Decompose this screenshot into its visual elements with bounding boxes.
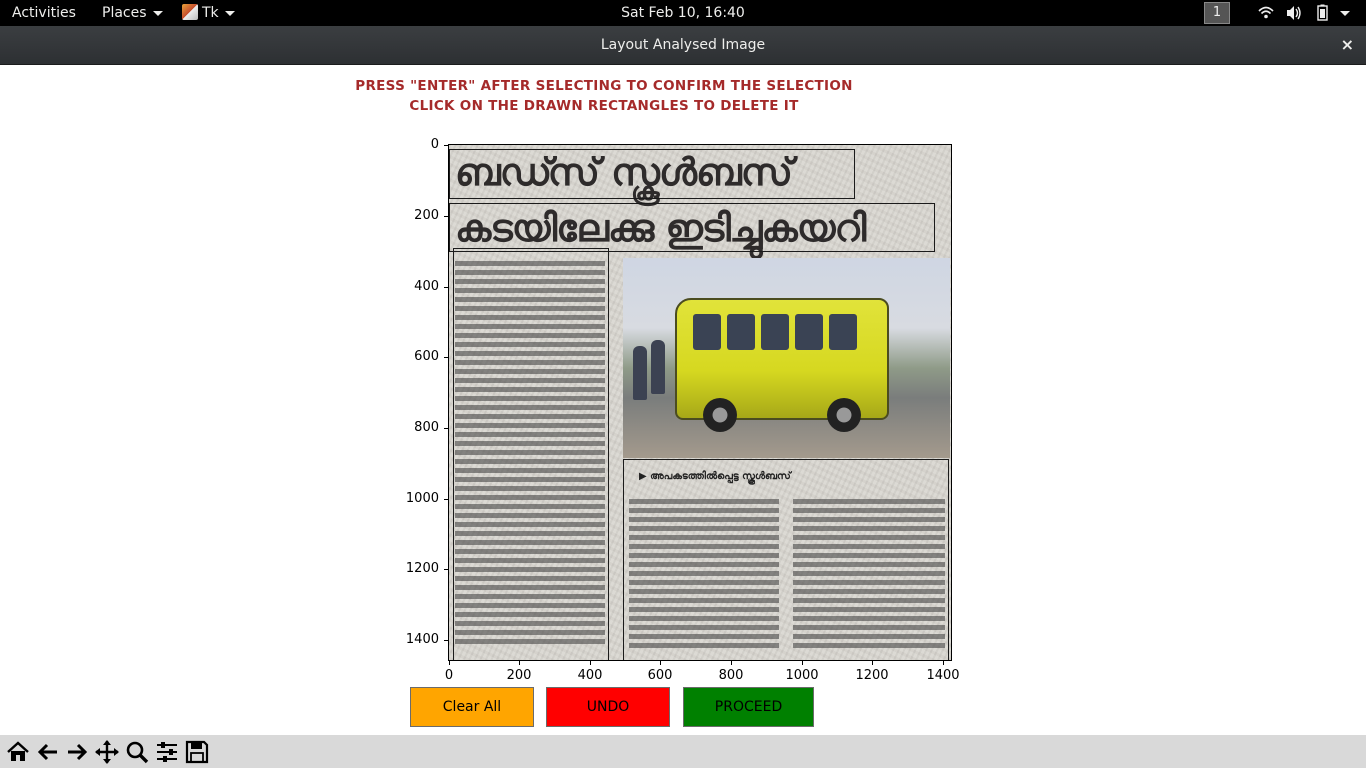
navigation-toolbar [0,735,1366,768]
places-label: Places [102,5,147,21]
window-title: Layout Analysed Image [600,37,766,53]
system-top-bar: Activities Places Tk Sat Feb 10, 16:40 1 [0,0,1366,26]
x-tick-mark [449,661,450,665]
x-tick-label: 0 [444,668,454,683]
system-menu-chevron-icon[interactable] [1338,0,1350,26]
forward-arrow-icon[interactable] [63,738,91,766]
close-icon[interactable]: × [1341,26,1354,64]
undo-button[interactable]: UNDO [546,687,670,727]
save-icon[interactable] [183,738,211,766]
selection-rectangle-bottom-right[interactable] [623,459,949,660]
photo-person [633,346,647,400]
instruction-line-delete: CLICK ON THE DRAWN RECTANGLES TO DELETE … [409,98,799,114]
back-arrow-icon[interactable] [34,738,62,766]
selection-rectangle-headline-2[interactable] [449,203,935,252]
y-tick-label: 1000 [405,491,439,506]
volume-icon[interactable] [1285,0,1303,26]
y-tick-label: 600 [414,349,439,364]
feather-icon [182,4,198,20]
y-tick-label: 1400 [405,632,439,647]
app-menu-label: Tk [202,5,219,21]
selection-rectangle-headline-1[interactable] [449,149,855,199]
x-tick-mark [519,661,520,665]
x-tick-label: 600 [647,668,673,683]
x-tick-label: 800 [718,668,744,683]
x-tick-mark [943,661,944,665]
x-tick-label: 1000 [785,668,819,683]
chevron-down-icon [224,10,235,16]
x-tick-mark [802,661,803,665]
x-tick-label: 200 [506,668,532,683]
clear-all-button[interactable]: Clear All [410,687,534,727]
zoom-icon[interactable] [123,738,151,766]
instruction-line-confirm: PRESS "ENTER" AFTER SELECTING TO CONFIRM… [355,78,853,94]
bus-photo [623,258,950,458]
x-tick-mark [731,661,732,665]
pan-move-icon[interactable] [93,738,121,766]
school-bus [675,298,889,432]
x-tick-mark [590,661,591,665]
workspace-indicator[interactable]: 1 [1204,2,1230,24]
proceed-button[interactable]: PROCEED [683,687,814,727]
app-menu-tk[interactable]: Tk [182,0,235,26]
activities-button[interactable]: Activities [12,0,76,26]
x-tick-label: 400 [577,668,603,683]
y-tick-label: 200 [414,208,439,223]
selection-rectangle-left-column[interactable] [453,248,609,660]
window-title-bar: Layout Analysed Image × [0,26,1366,65]
wifi-icon[interactable] [1258,0,1274,26]
configure-subplots-icon[interactable] [153,738,181,766]
chevron-down-icon [152,10,163,16]
y-tick-label: 800 [414,420,439,435]
battery-icon[interactable] [1315,0,1329,26]
y-tick-label: 0 [430,137,439,152]
x-tick-mark [660,661,661,665]
x-tick-label: 1200 [855,668,889,683]
y-tick-label: 400 [414,279,439,294]
x-tick-label: 1400 [926,668,960,683]
x-tick-mark [872,661,873,665]
home-icon[interactable] [4,738,32,766]
newspaper-image-canvas[interactable]: ബഡ്സ് സ്കൂൾബസ് കടയിലേക്കു ഇടിച്ചുകയറി ▶ … [448,144,952,661]
y-tick-label: 1200 [405,561,439,576]
photo-person [651,340,665,394]
places-menu[interactable]: Places [102,0,163,26]
